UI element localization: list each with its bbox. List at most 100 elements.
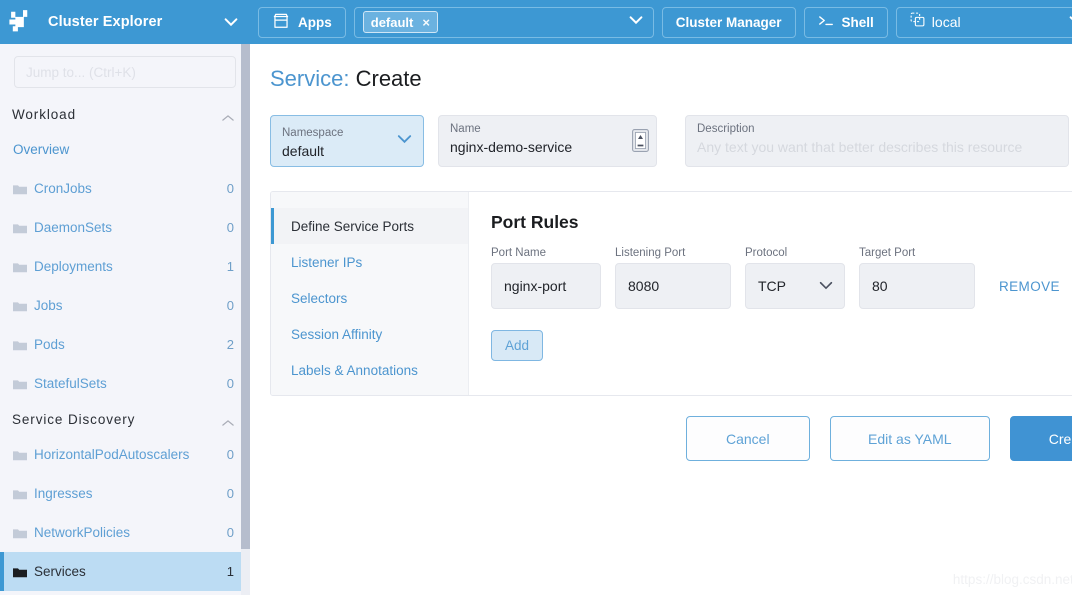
shell-button-label: Shell <box>841 14 874 30</box>
protocol-column: Protocol TCP <box>745 247 845 309</box>
close-icon[interactable]: × <box>422 15 430 30</box>
folder-icon <box>13 339 27 351</box>
cluster-manager-label: Cluster Manager <box>675 14 782 30</box>
folder-icon <box>13 183 27 195</box>
target-port-label: Target Port <box>859 247 916 259</box>
nav-group-service-discovery-header[interactable]: Service Discovery <box>0 403 250 435</box>
folder-icon <box>13 378 27 390</box>
target-port-input[interactable]: 80 <box>859 263 975 309</box>
sidebar-item-networkpolicies[interactable]: NetworkPolicies 0 <box>0 513 250 552</box>
terminal-icon <box>818 14 834 30</box>
chevron-down-icon[interactable] <box>1067 11 1072 34</box>
sidebar-item-count: 0 <box>226 181 234 196</box>
chevron-down-icon[interactable] <box>395 129 414 153</box>
namespace-field-label: Namespace <box>282 126 344 139</box>
sidebar-item-label: DaemonSets <box>34 220 113 235</box>
tab-session-affinity[interactable]: Session Affinity <box>271 316 468 352</box>
sidebar-item-services[interactable]: Services 1 <box>0 552 250 591</box>
cancel-button[interactable]: Cancel <box>685 416 810 461</box>
add-button-label: Add <box>504 338 530 353</box>
sidebar-item-jobs[interactable]: Jobs 0 <box>0 286 250 325</box>
protocol-label: Protocol <box>745 247 788 259</box>
sidebar-item-label: HorizontalPodAutoscalers <box>34 447 190 462</box>
name-field-label: Name <box>450 123 481 135</box>
sidebar-item-pods[interactable]: Pods 2 <box>0 325 250 364</box>
tab-label: Define Service Ports <box>291 218 415 234</box>
name-field[interactable]: Name nginx-demo-service <box>438 115 657 167</box>
form-actions: Cancel Edit as YAML Create <box>270 416 1072 461</box>
sidebar: Cluster Explorer Jump to... (Ctrl+K) Wor… <box>0 0 250 595</box>
sidebar-nav: Workload Overview CronJobs 0 DaemonSets … <box>0 98 250 595</box>
protocol-select[interactable]: TCP <box>745 263 845 309</box>
sidebar-item-label: CronJobs <box>34 181 92 196</box>
apps-button-label: Apps <box>298 14 332 30</box>
protocol-value: TCP <box>758 278 786 294</box>
main-region: Apps default × Cluster Manager Shell loc… <box>250 0 1072 595</box>
description-field[interactable]: Description Any text you want that bette… <box>685 115 1069 167</box>
tab-selectors[interactable]: Selectors <box>271 280 468 316</box>
sidebar-item-count: 0 <box>226 376 234 391</box>
sidebar-item-ingresses[interactable]: Ingresses 0 <box>0 474 250 513</box>
folder-icon <box>13 449 27 461</box>
cluster-manager-button[interactable]: Cluster Manager <box>661 6 796 38</box>
edit-as-yaml-button[interactable]: Edit as YAML <box>829 416 990 461</box>
sidebar-item-label: Ingresses <box>34 486 93 501</box>
description-field-placeholder: Any text you want that better describes … <box>697 139 1023 155</box>
sidebar-item-label: StatefulSets <box>34 376 107 391</box>
sidebar-item-deployments[interactable]: Deployments 1 <box>0 247 250 286</box>
tab-listener-ips[interactable]: Listener IPs <box>271 244 468 280</box>
port-name-input[interactable]: nginx-port <box>491 263 601 309</box>
shell-button[interactable]: Shell <box>803 6 888 38</box>
sidebar-item-label: Jobs <box>34 298 63 313</box>
folder-icon <box>13 222 27 234</box>
folder-icon <box>13 488 27 500</box>
add-port-rule-button[interactable]: Add <box>491 330 543 361</box>
target-port-value: 80 <box>872 278 888 294</box>
apps-button[interactable]: Apps <box>258 6 346 38</box>
listening-port-input[interactable]: 8080 <box>615 263 731 309</box>
sidebar-item-statefulsets[interactable]: StatefulSets 0 <box>0 364 250 403</box>
tab-define-service-ports[interactable]: Define Service Ports <box>271 208 468 244</box>
edit-as-yaml-button-label: Edit as YAML <box>868 430 952 447</box>
sidebar-scrollbar[interactable] <box>241 44 250 595</box>
namespace-selector[interactable]: default × <box>353 6 654 38</box>
cluster-name-label: local <box>931 14 961 30</box>
remove-port-rule-button[interactable]: REMOVE <box>999 279 1060 294</box>
namespace-chip-label: default <box>370 14 414 30</box>
tab-label: Listener IPs <box>291 254 363 270</box>
chevron-up-icon[interactable] <box>222 110 234 121</box>
cluster-selector[interactable]: local <box>895 6 1072 38</box>
folder-icon <box>13 566 27 578</box>
sidebar-item-label: NetworkPolicies <box>34 525 131 540</box>
sidebar-item-daemonsets[interactable]: DaemonSets 0 <box>0 208 250 247</box>
sidebar-scrollbar-thumb[interactable] <box>241 44 250 549</box>
folder-icon <box>13 300 27 312</box>
tab-label: Labels & Annotations <box>291 362 418 378</box>
create-button[interactable]: Create <box>1009 416 1072 461</box>
tab-labels-annotations[interactable]: Labels & Annotations <box>271 352 468 388</box>
chevron-down-icon[interactable] <box>817 276 835 297</box>
search-input[interactable]: Jump to... (Ctrl+K) <box>14 56 236 88</box>
sidebar-item-horizontalpodautoscalers[interactable]: HorizontalPodAutoscalers 0 <box>0 435 250 474</box>
page-content: Service: Create Namespace default Name n… <box>250 44 1072 595</box>
brand-title: Cluster Explorer <box>48 14 163 30</box>
port-name-value: nginx-port <box>504 278 567 294</box>
namespace-chip[interactable]: default × <box>362 11 438 33</box>
target-port-column: Target Port 80 <box>859 247 975 309</box>
sidebar-item-count: 1 <box>226 259 234 274</box>
namespace-field[interactable]: Namespace default <box>270 115 424 167</box>
watermark: https://blog.csdn.net/networken <box>952 572 1072 587</box>
nav-group-workload-header[interactable]: Workload <box>0 98 250 130</box>
name-generator-icon[interactable] <box>632 129 649 152</box>
sidebar-item-overview[interactable]: Overview <box>0 130 250 169</box>
namespace-field-inner: Namespace default <box>282 121 395 162</box>
chevron-down-icon[interactable] <box>222 13 240 31</box>
name-field-value: nginx-demo-service <box>450 139 573 155</box>
sidebar-item-cronjobs[interactable]: CronJobs 0 <box>0 169 250 208</box>
chevron-up-icon[interactable] <box>222 415 234 426</box>
apps-store-icon <box>272 13 290 32</box>
folder-icon <box>13 261 27 273</box>
port-name-column: Port Name nginx-port <box>491 247 601 309</box>
config-tab-list: Define Service Ports Listener IPs Select… <box>271 192 469 395</box>
chevron-down-icon[interactable] <box>627 11 645 34</box>
